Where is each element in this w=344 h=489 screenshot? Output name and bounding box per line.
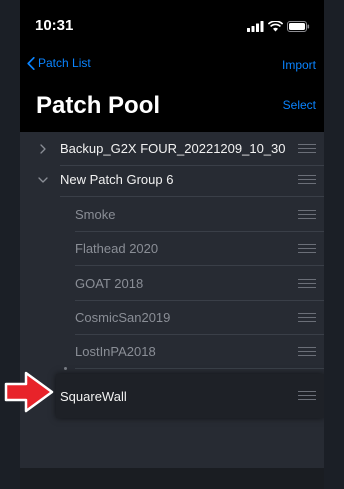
reorder-handle-icon[interactable]: [298, 391, 316, 401]
group-row[interactable]: New Patch Group 6: [20, 163, 324, 197]
wifi-icon: [268, 20, 283, 31]
patch-row[interactable]: Smoke: [20, 198, 324, 232]
page-title: Patch Pool: [36, 92, 161, 119]
patch-row[interactable]: Flathead 2020: [20, 232, 324, 266]
phone-screen: 10:31 Patch List Import Patch Pool Selec…: [20, 0, 324, 489]
chevron-left-icon: [27, 56, 35, 70]
navigation-bar: Patch List Import Patch Pool Select: [20, 44, 324, 132]
reorder-handle-icon[interactable]: [298, 144, 316, 154]
patch-row[interactable]: GOAT 2018: [20, 267, 324, 301]
import-button[interactable]: Import: [282, 58, 316, 72]
group-row[interactable]: Backup_G2X FOUR_20221209_10_30: [20, 132, 324, 166]
chevron-down-icon[interactable]: [36, 173, 50, 187]
patch-row[interactable]: LostInPA2018: [20, 335, 324, 369]
bottom-safe-area: [20, 468, 324, 489]
reorder-handle-icon[interactable]: [298, 175, 316, 185]
row-divider: [75, 368, 324, 369]
battery-icon: [287, 20, 310, 32]
patch-label: Smoke: [75, 207, 116, 222]
group-label: Backup_G2X FOUR_20221209_10_30: [60, 141, 286, 156]
status-icons: [247, 20, 310, 32]
reorder-handle-icon[interactable]: [298, 313, 316, 323]
chevron-right-icon[interactable]: [36, 142, 50, 156]
patch-label: LostInPA2018: [75, 344, 156, 359]
patch-label: Flathead 2020: [75, 241, 159, 256]
dragging-patch-row[interactable]: SquareWall: [56, 374, 324, 418]
group-label: New Patch Group 6: [60, 172, 174, 187]
reorder-handle-icon[interactable]: [298, 210, 316, 220]
patch-label: GOAT 2018: [75, 276, 144, 291]
reorder-handle-icon[interactable]: [298, 279, 316, 289]
dragging-patch-label: SquareWall: [60, 389, 127, 404]
patch-row[interactable]: CosmicSan2019: [20, 301, 324, 335]
drop-indicator: [64, 367, 67, 370]
row-divider: [60, 196, 324, 197]
status-bar: 10:31: [20, 0, 324, 44]
status-time: 10:31: [35, 17, 74, 34]
select-button[interactable]: Select: [283, 98, 316, 112]
row-divider: [75, 265, 324, 266]
red-arrow-icon: [4, 371, 54, 413]
back-button-label: Patch List: [38, 56, 91, 70]
reorder-handle-icon[interactable]: [298, 244, 316, 254]
reorder-handle-icon[interactable]: [298, 347, 316, 357]
back-button[interactable]: Patch List: [27, 56, 91, 70]
patch-label: CosmicSan2019: [75, 310, 171, 325]
signal-icon: [247, 20, 264, 32]
